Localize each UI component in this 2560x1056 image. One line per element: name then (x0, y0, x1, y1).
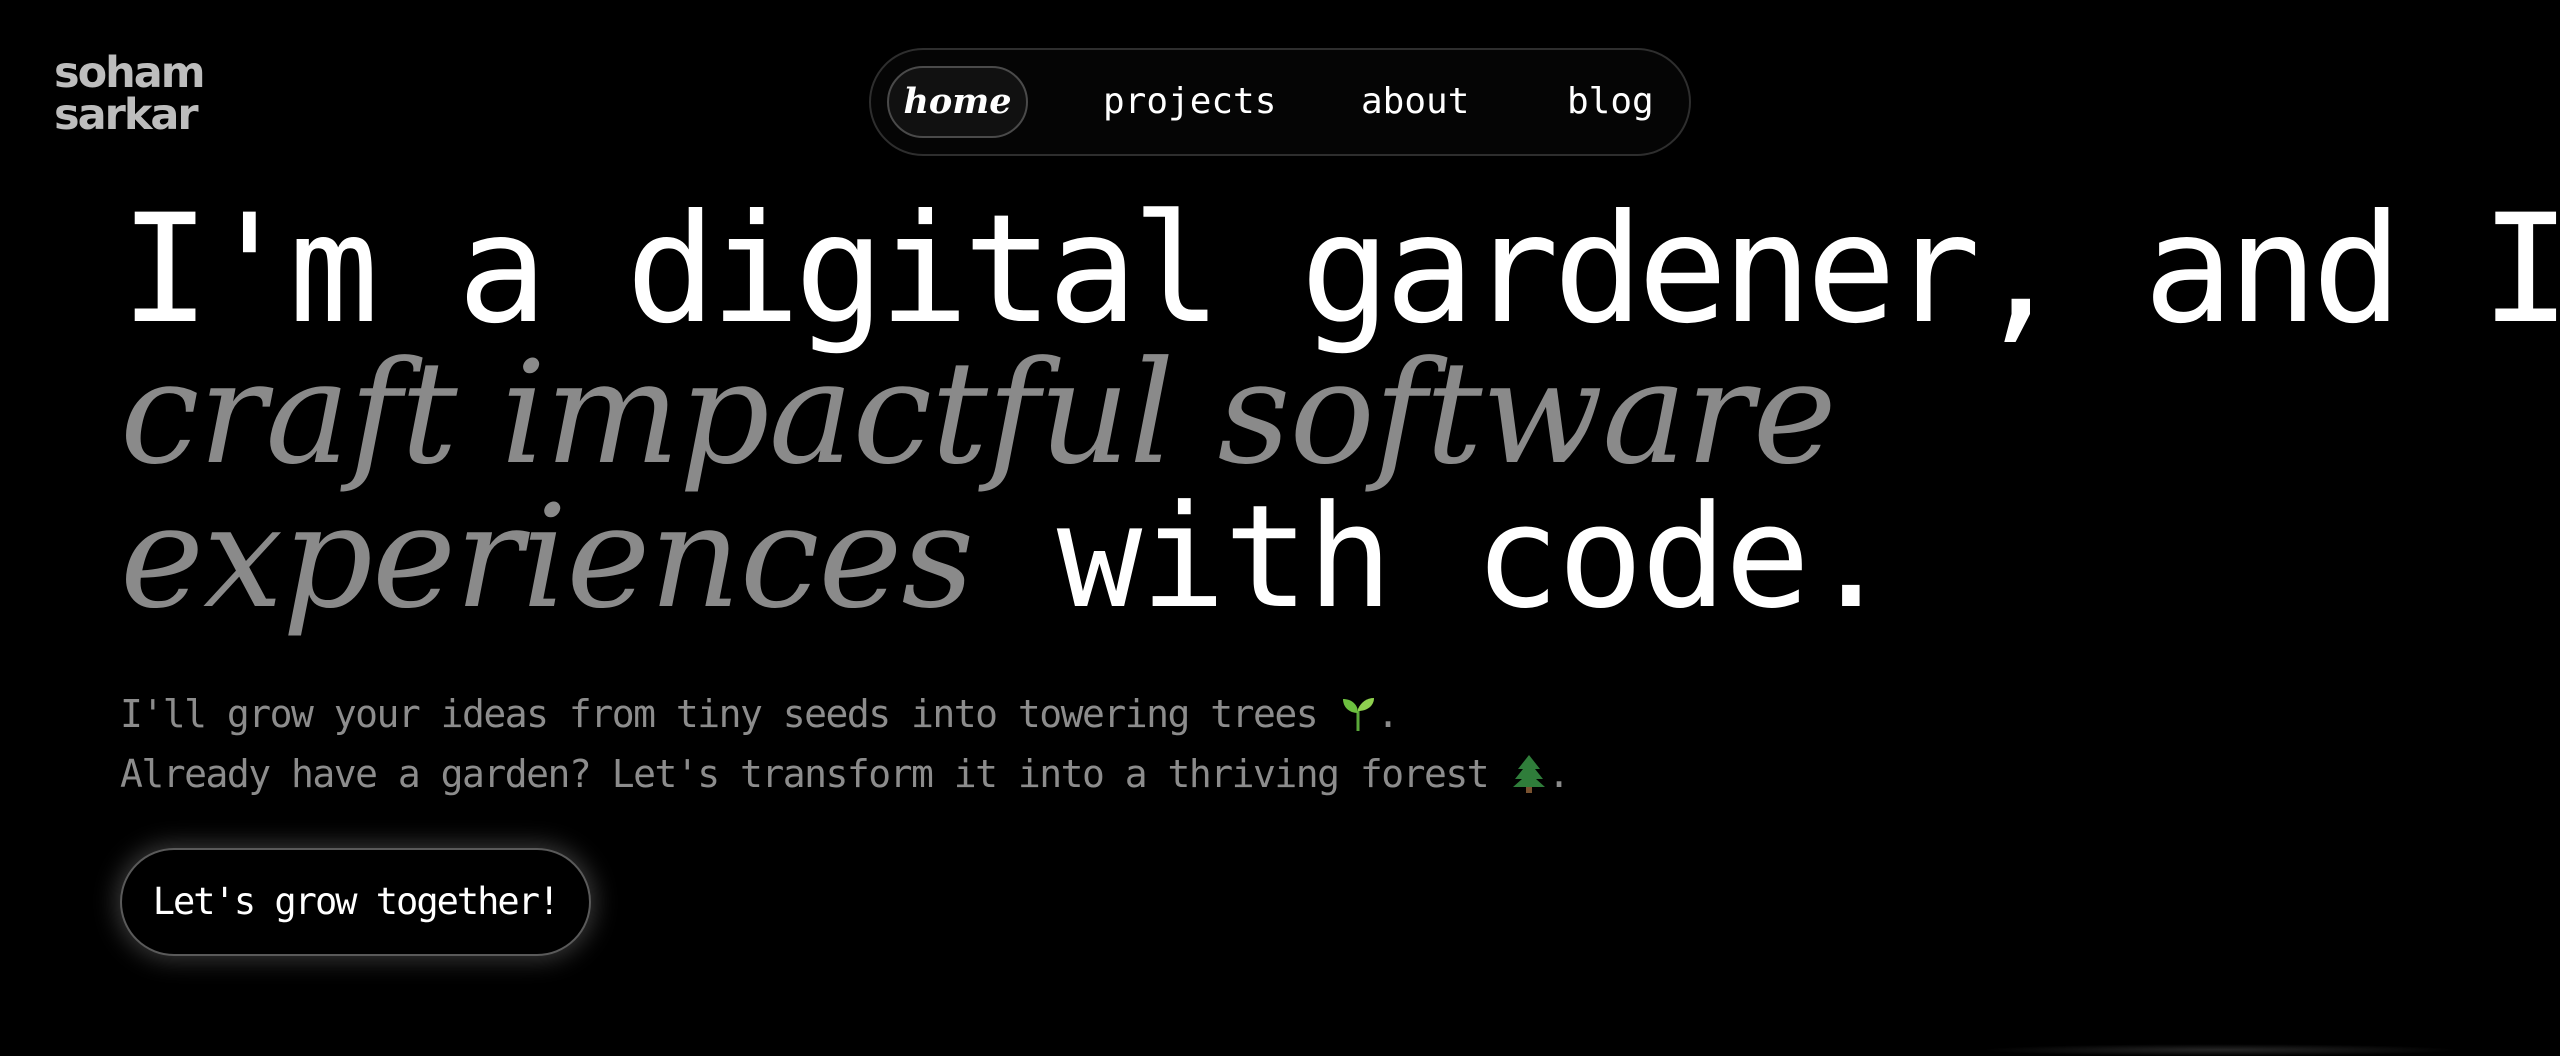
nav-item-home[interactable]: home (887, 66, 1028, 138)
nav-item-blog[interactable]: blog (1567, 66, 1654, 138)
page: soham sarkar home projects about blog I'… (0, 0, 2560, 1056)
hero-line-3-plain: with code. (1056, 475, 1894, 640)
hero-line-2: craft impactful software (120, 331, 1837, 496)
logo-line-1: soham (54, 48, 206, 98)
bottom-glow (1980, 1044, 2460, 1056)
seedling-icon (1339, 690, 1377, 731)
logo-line-2: sarkar (54, 90, 199, 140)
subtext-line-2: Already have a garden? Let's transform i… (120, 744, 1820, 804)
evergreen-tree-icon (1510, 750, 1548, 793)
hero-heading: I'm a digital gardener, and I craft impa… (120, 183, 2560, 630)
hero-line-3: experiences with code. (120, 486, 2320, 630)
subtext-line-1-end: . (1376, 692, 1400, 736)
subtext-line-1: I'll grow your ideas from tiny seeds int… (120, 684, 1820, 744)
logo-link[interactable]: soham sarkar (54, 52, 224, 144)
hero-subtext: I'll grow your ideas from tiny seeds int… (120, 684, 1820, 804)
nav-item-projects[interactable]: projects (1103, 66, 1276, 138)
cta-button[interactable]: Let's grow together! (120, 848, 591, 956)
hero-line-3-space (973, 475, 1057, 640)
subtext-line-2-text: Already have a garden? Let's transform i… (120, 752, 1490, 796)
hero-line-1: I'm a digital gardener, and I (120, 183, 2560, 357)
subtext-line-2-end: . (1547, 752, 1571, 796)
main-nav: home projects about blog (869, 48, 1691, 156)
subtext-line-1-text: I'll grow your ideas from tiny seeds int… (120, 692, 1319, 736)
nav-item-about[interactable]: about (1361, 66, 1469, 138)
hero-line-3-fancy: experiences (120, 475, 974, 640)
